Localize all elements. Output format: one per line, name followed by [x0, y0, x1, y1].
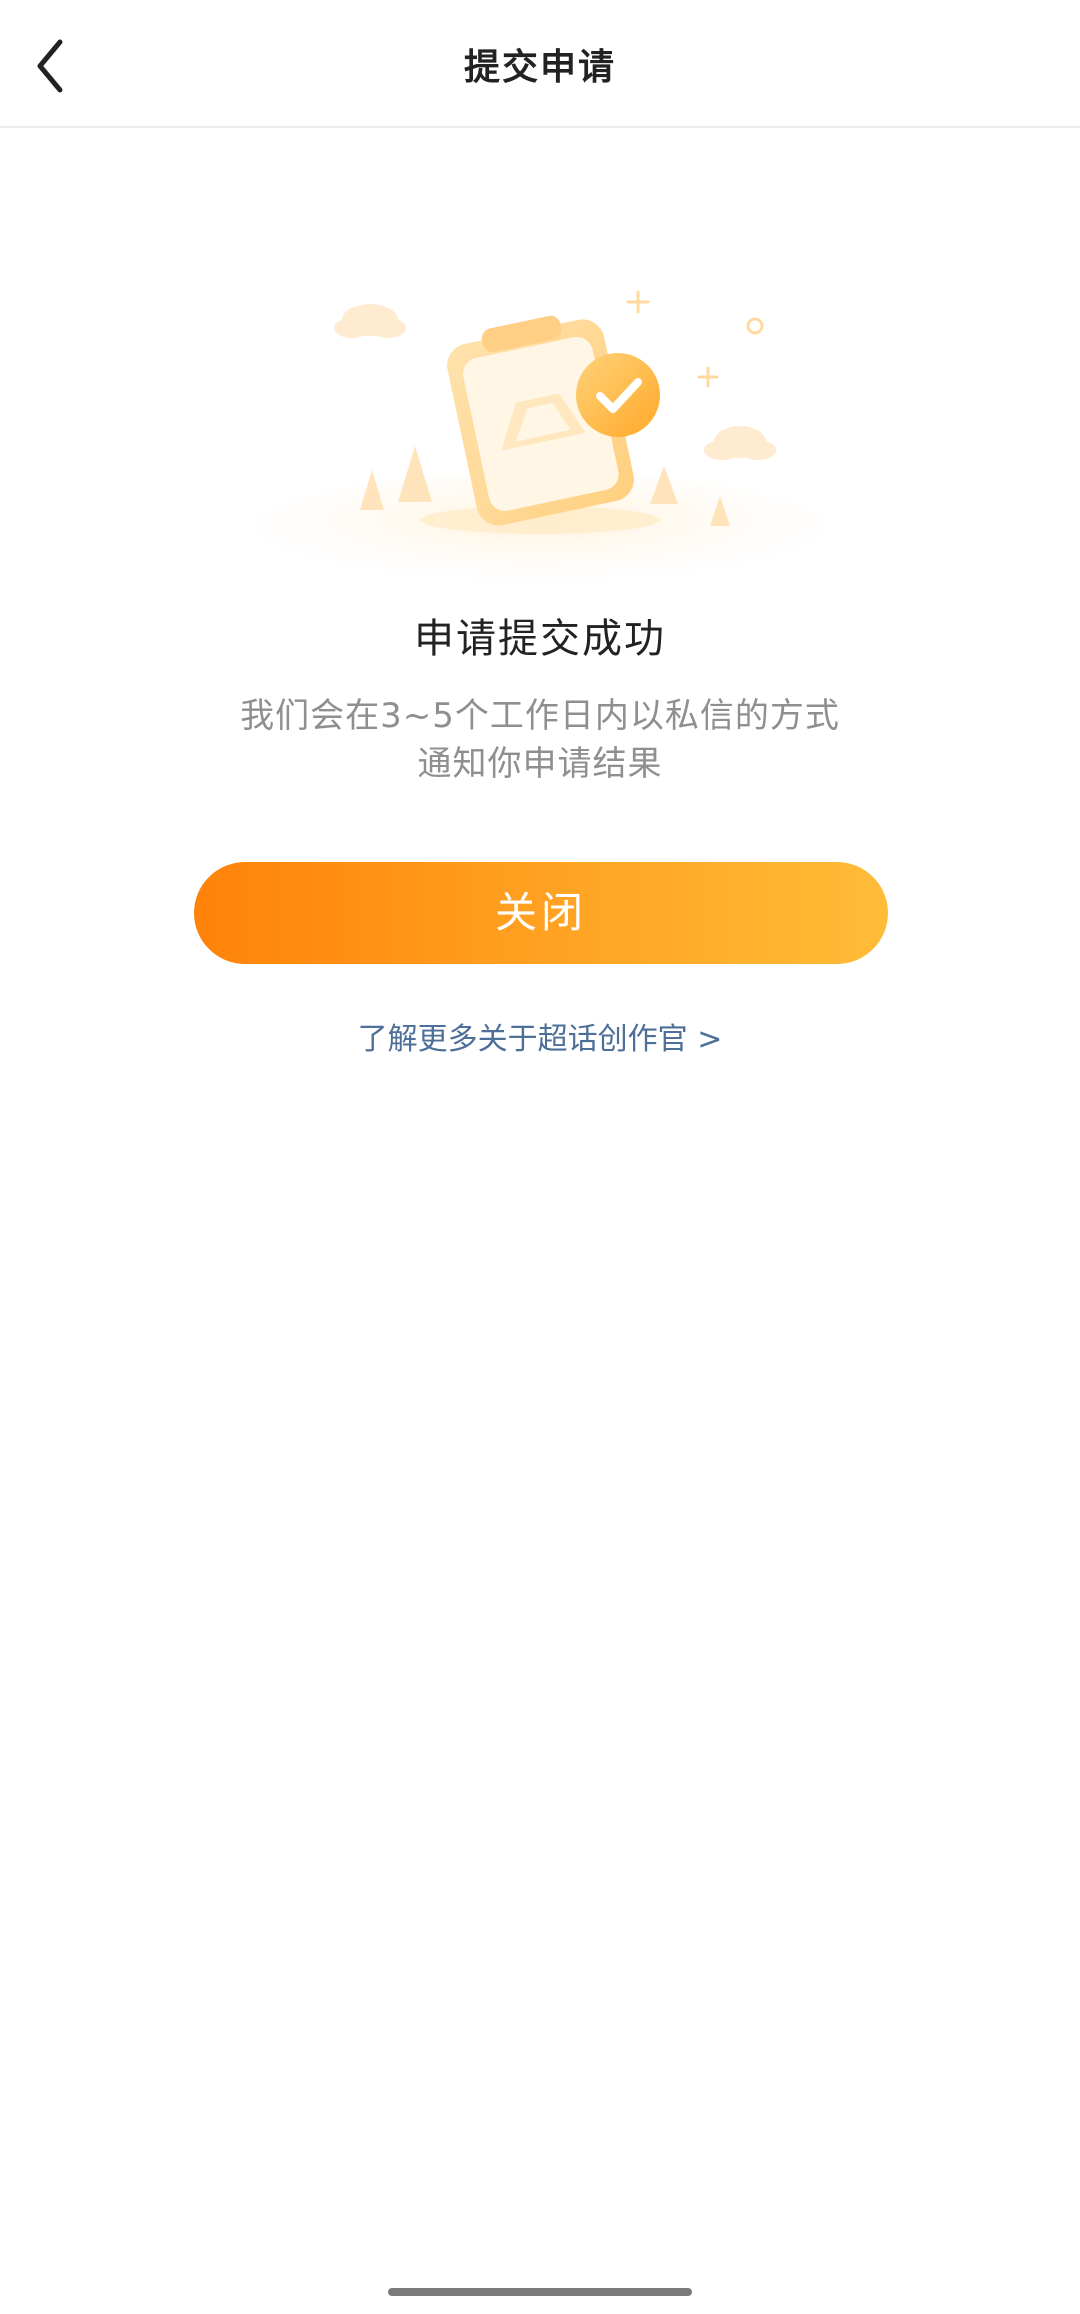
- cloud-icon: [334, 304, 406, 338]
- navigation-bar: 提交申请: [0, 0, 1080, 128]
- learn-more-link[interactable]: 了解更多关于超话创作官 >: [0, 1014, 1080, 1058]
- description-line: 通知你申请结果: [417, 744, 663, 784]
- page-title: 提交申请: [463, 47, 616, 88]
- description-line: 我们会在3~5个工作日内以私信的方式: [240, 696, 840, 736]
- success-title: 申请提交成功: [414, 616, 666, 662]
- close-button[interactable]: 关闭: [194, 862, 888, 964]
- tree-icon: [398, 446, 432, 502]
- success-description: 我们会在3~5个工作日内以私信的方式 通知你申请结果: [0, 692, 1080, 788]
- clipboard-success-illustration: [250, 270, 830, 592]
- check-circle-icon: [576, 353, 660, 437]
- cloud-icon: [704, 426, 776, 460]
- sparkle-icon: [746, 317, 764, 335]
- home-indicator[interactable]: [388, 2288, 692, 2296]
